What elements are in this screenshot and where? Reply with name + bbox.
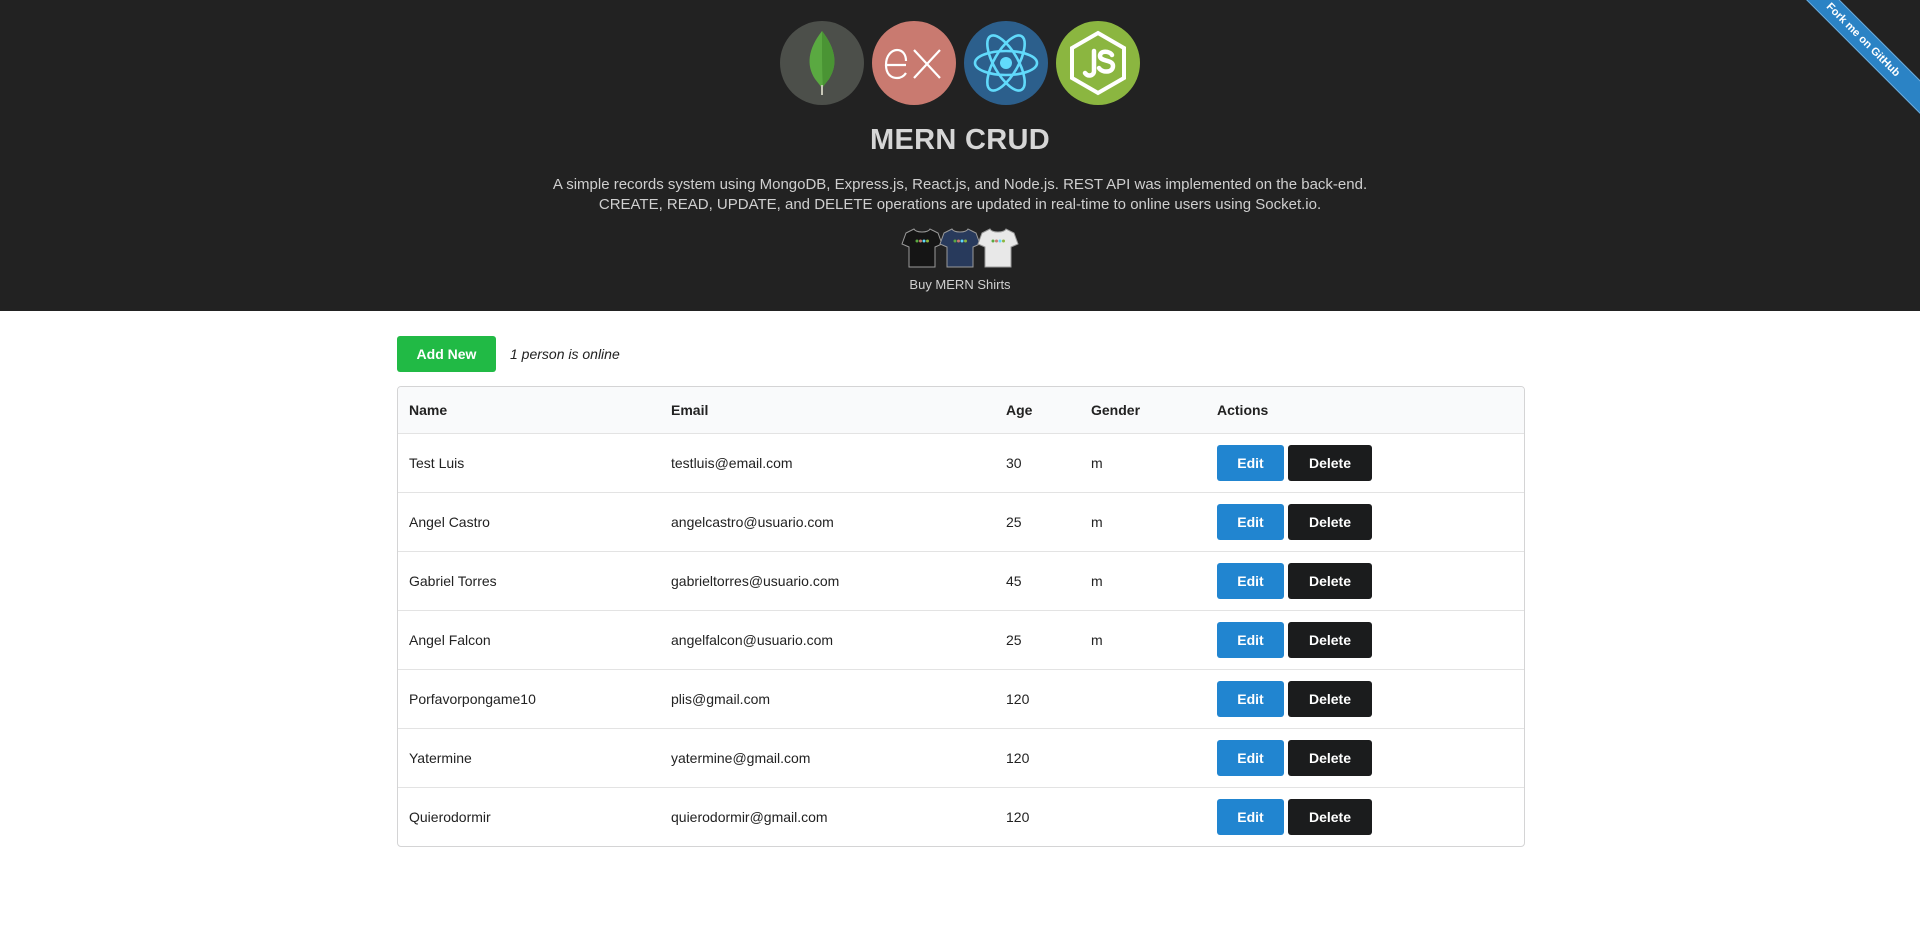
delete-button[interactable]: Delete [1288,740,1372,776]
cell-gender [1080,669,1206,729]
table-header-row: Name Email Age Gender Actions [398,387,1524,434]
navy-shirt-icon [939,228,981,268]
cell-gender: m [1080,492,1206,552]
white-shirt-icon [977,228,1019,268]
cell-actions: Edit Delete [1206,728,1524,788]
cell-gender [1080,728,1206,788]
delete-button[interactable]: Delete [1288,799,1372,835]
records-table-container: Name Email Age Gender Actions Test Luis … [397,386,1525,847]
records-table: Name Email Age Gender Actions Test Luis … [398,387,1524,846]
delete-button[interactable]: Delete [1288,504,1372,540]
cell-email: plis@gmail.com [660,669,995,729]
edit-button[interactable]: Edit [1217,622,1284,658]
add-new-button[interactable]: Add New [397,336,496,372]
table-row: Porfavorpongame10 plis@gmail.com 120 Edi… [398,669,1524,729]
delete-button[interactable]: Delete [1288,563,1372,599]
delete-button[interactable]: Delete [1288,622,1372,658]
toolbar: Add New 1 person is online [397,336,620,372]
edit-button[interactable]: Edit [1217,740,1284,776]
cell-email: angelfalcon@usuario.com [660,610,995,670]
cell-email: quierodormir@gmail.com [660,787,995,846]
page-description: A simple records system using MongoDB, E… [0,175,1920,215]
cell-age: 30 [1006,455,1022,471]
cell-name: Angel Castro [398,492,660,552]
description-line: CREATE, READ, UPDATE, and DELETE operati… [598,196,1322,213]
description-line: A simple records system using MongoDB, E… [552,176,1368,193]
delete-button[interactable]: Delete [1288,681,1372,717]
table-row: Gabriel Torres gabrieltorres@usuario.com… [398,551,1524,611]
cell-email: gabrieltorres@usuario.com [660,551,995,611]
column-header-name: Name [398,387,660,434]
nodejs-logo-icon [1056,21,1140,105]
cell-actions: Edit Delete [1206,610,1524,670]
column-header-actions: Actions [1206,387,1524,434]
cell-name: Porfavorpongame10 [398,669,660,729]
react-logo-icon [964,21,1048,105]
table-row: Quierodormir quierodormir@gmail.com 120 … [398,787,1524,846]
cell-name: Quierodormir [398,787,660,846]
cell-actions: Edit Delete [1206,551,1524,611]
cell-name: Angel Falcon [398,610,660,670]
cell-age: 120 [995,669,1080,729]
app-header: MERN CRUD A simple records system using … [0,0,1920,311]
cell-actions: Edit Delete [1206,434,1524,493]
page-title: MERN CRUD [870,124,1050,156]
cell-name: Yatermine [398,728,660,788]
edit-button[interactable]: Edit [1217,504,1284,540]
express-logo-icon [872,21,956,105]
cell-age: 120 [995,728,1080,788]
table-row: Yatermine yatermine@gmail.com 120 Edit De… [398,728,1524,788]
cell-email: yatermine@gmail.com [660,728,995,788]
cell-age: 45 [995,551,1080,611]
cell-age: 120 [995,787,1080,846]
cell-age: 25 [995,610,1080,670]
edit-button[interactable]: Edit [1217,799,1284,835]
online-status: 1 person is online [510,346,620,362]
tech-logos [0,21,1920,105]
github-ribbon-link[interactable]: Fork me on GitHub [1780,0,1920,123]
cell-gender: m [1091,455,1103,471]
cell-age: 25 [995,492,1080,552]
shirts-link[interactable] [0,226,1920,270]
column-header-email: Email [660,387,995,434]
cell-name: Gabriel Torres [398,551,660,611]
cell-name: Test Luis [409,455,465,471]
black-shirt-icon [901,228,943,268]
table-row: Angel Castro angelcastro@usuario.com 25 … [398,492,1524,552]
edit-button[interactable]: Edit [1217,563,1284,599]
github-ribbon: Fork me on GitHub [1770,0,1920,150]
edit-button[interactable]: Edit [1217,445,1284,481]
table-row: Test Luis testluis@email.com 30 m Edit De… [398,434,1524,493]
column-header-gender: Gender [1080,387,1206,434]
mongodb-logo-icon [780,21,864,105]
cell-email: angelcastro@usuario.com [660,492,995,552]
delete-button[interactable]: Delete [1288,445,1372,481]
cell-actions: Edit Delete [1206,492,1524,552]
table-row: Angel Falcon angelfalcon@usuario.com 25 … [398,610,1524,670]
cell-actions: Edit Delete [1206,669,1524,729]
cell-gender [1080,787,1206,846]
shirts-link-label[interactable]: Buy MERN Shirts [0,277,1920,292]
column-header-age: Age [995,387,1080,434]
cell-gender: m [1080,551,1206,611]
cell-email: testluis@email.com [671,455,793,471]
edit-button[interactable]: Edit [1217,681,1284,717]
cell-gender: m [1080,610,1206,670]
cell-actions: Edit Delete [1206,787,1524,846]
